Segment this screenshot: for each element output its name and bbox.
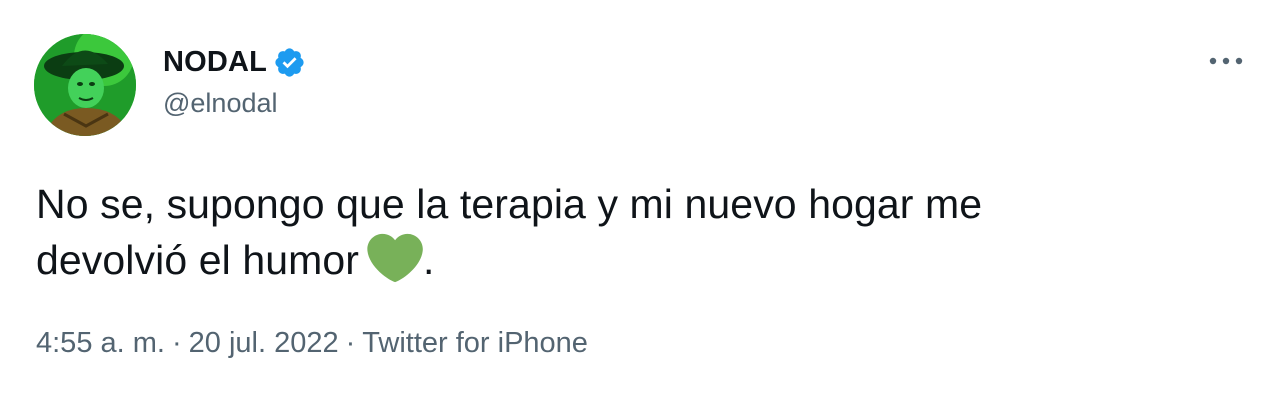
tweet-date[interactable]: 20 jul. 2022 <box>189 327 339 360</box>
tweet-card: NODAL @elnodal No se, supongo que la ter… <box>0 0 1280 402</box>
meta-separator: · <box>171 327 182 359</box>
green-heart-icon <box>365 232 423 284</box>
avatar-image <box>34 34 136 136</box>
tweet-metadata: 4:55 a. m. · 20 jul. 2022 · Twitter for … <box>36 327 588 360</box>
tweet-text-end: . <box>423 237 435 283</box>
more-dots-icon <box>1209 57 1243 65</box>
tweet-text-line-1: No se, supongo que la terapia y mi nuevo… <box>36 181 983 227</box>
tweet-text: No se, supongo que la terapia y mi nuevo… <box>36 176 1236 288</box>
tweet-source-link[interactable]: Twitter for iPhone <box>362 327 588 360</box>
more-options-button[interactable] <box>1206 46 1246 76</box>
tweet-text-line-2-content: devolvió el humor <box>36 237 360 283</box>
meta-separator: · <box>345 327 356 359</box>
verified-badge-icon <box>273 46 306 79</box>
avatar[interactable] <box>34 34 136 136</box>
author-handle[interactable]: @elnodal <box>163 88 278 119</box>
tweet-text-line-2: devolvió el humor. <box>36 232 1236 288</box>
tweet-time[interactable]: 4:55 a. m. <box>36 327 165 360</box>
author-display-name[interactable]: NODAL <box>163 46 267 79</box>
author-name-row: NODAL <box>163 44 306 80</box>
